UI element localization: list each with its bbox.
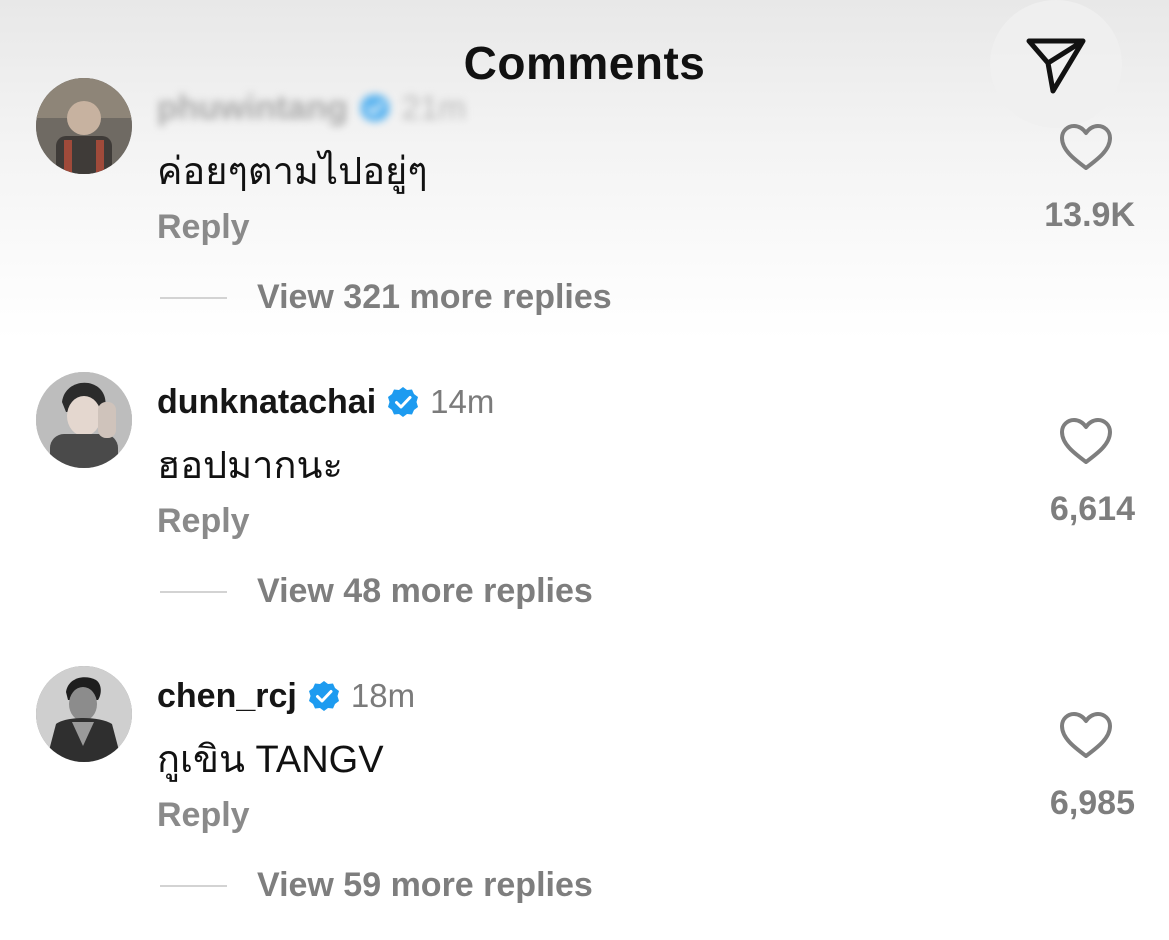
comments-screen: Comments phuwintang 21m ค่อยๆตามไปอยู่ๆ … [0, 0, 1169, 940]
avatar[interactable] [36, 78, 132, 174]
verified-badge-icon [359, 93, 390, 123]
heart-icon [1060, 418, 1112, 464]
comment-time: 21m [401, 89, 466, 126]
reply-button[interactable]: Reply [157, 502, 250, 541]
heart-icon [1060, 124, 1112, 170]
comment-time: 18m [350, 677, 416, 714]
verified-badge-icon [308, 681, 339, 711]
thread-line [160, 590, 227, 593]
comment-item: phuwintang 21m ค่อยๆตามไปอยู่ๆ Reply Vie… [0, 78, 1169, 368]
reply-button[interactable]: Reply [157, 208, 250, 247]
verified-badge-icon [388, 387, 419, 417]
like-button[interactable] [1058, 416, 1114, 466]
like-button[interactable] [1058, 122, 1114, 172]
like-count: 6,985 [1049, 784, 1135, 822]
avatar[interactable] [36, 372, 132, 468]
comment-text: ค่อยๆตามไปอยู่ๆ [157, 151, 428, 193]
comment-header: chen_rcj 18m [157, 672, 415, 720]
thread-line [160, 296, 227, 299]
like-count: 6,614 [1049, 490, 1135, 528]
comment-item: chen_rcj 18m กูเขิน TANGV Reply View 59 … [0, 666, 1169, 940]
comment-header: phuwintang 21m [157, 84, 466, 132]
avatar[interactable] [36, 666, 132, 762]
view-replies-button[interactable]: View 59 more replies [160, 866, 593, 905]
thread-line [160, 884, 227, 887]
username[interactable]: chen_rcj [157, 677, 297, 716]
comment-text: กูเขิน TANGV [157, 739, 384, 781]
view-replies-label: View 59 more replies [257, 866, 593, 904]
comment-header: dunknatachai 14m [157, 378, 494, 426]
comment-item: dunknatachai 14m ฮอปมากนะ Reply View 48 … [0, 372, 1169, 662]
view-replies-button[interactable]: View 321 more replies [160, 278, 612, 317]
view-replies-button[interactable]: View 48 more replies [160, 572, 593, 611]
comment-time: 14m [430, 383, 495, 420]
like-button[interactable] [1058, 710, 1114, 760]
heart-icon [1060, 712, 1112, 758]
like-count: 13.9K [1044, 196, 1135, 234]
username[interactable]: phuwintang [157, 89, 348, 128]
comment-text: ฮอปมากนะ [157, 445, 343, 487]
username[interactable]: dunknatachai [157, 383, 376, 422]
view-replies-label: View 321 more replies [257, 278, 612, 316]
reply-button[interactable]: Reply [157, 796, 250, 835]
view-replies-label: View 48 more replies [257, 572, 593, 610]
